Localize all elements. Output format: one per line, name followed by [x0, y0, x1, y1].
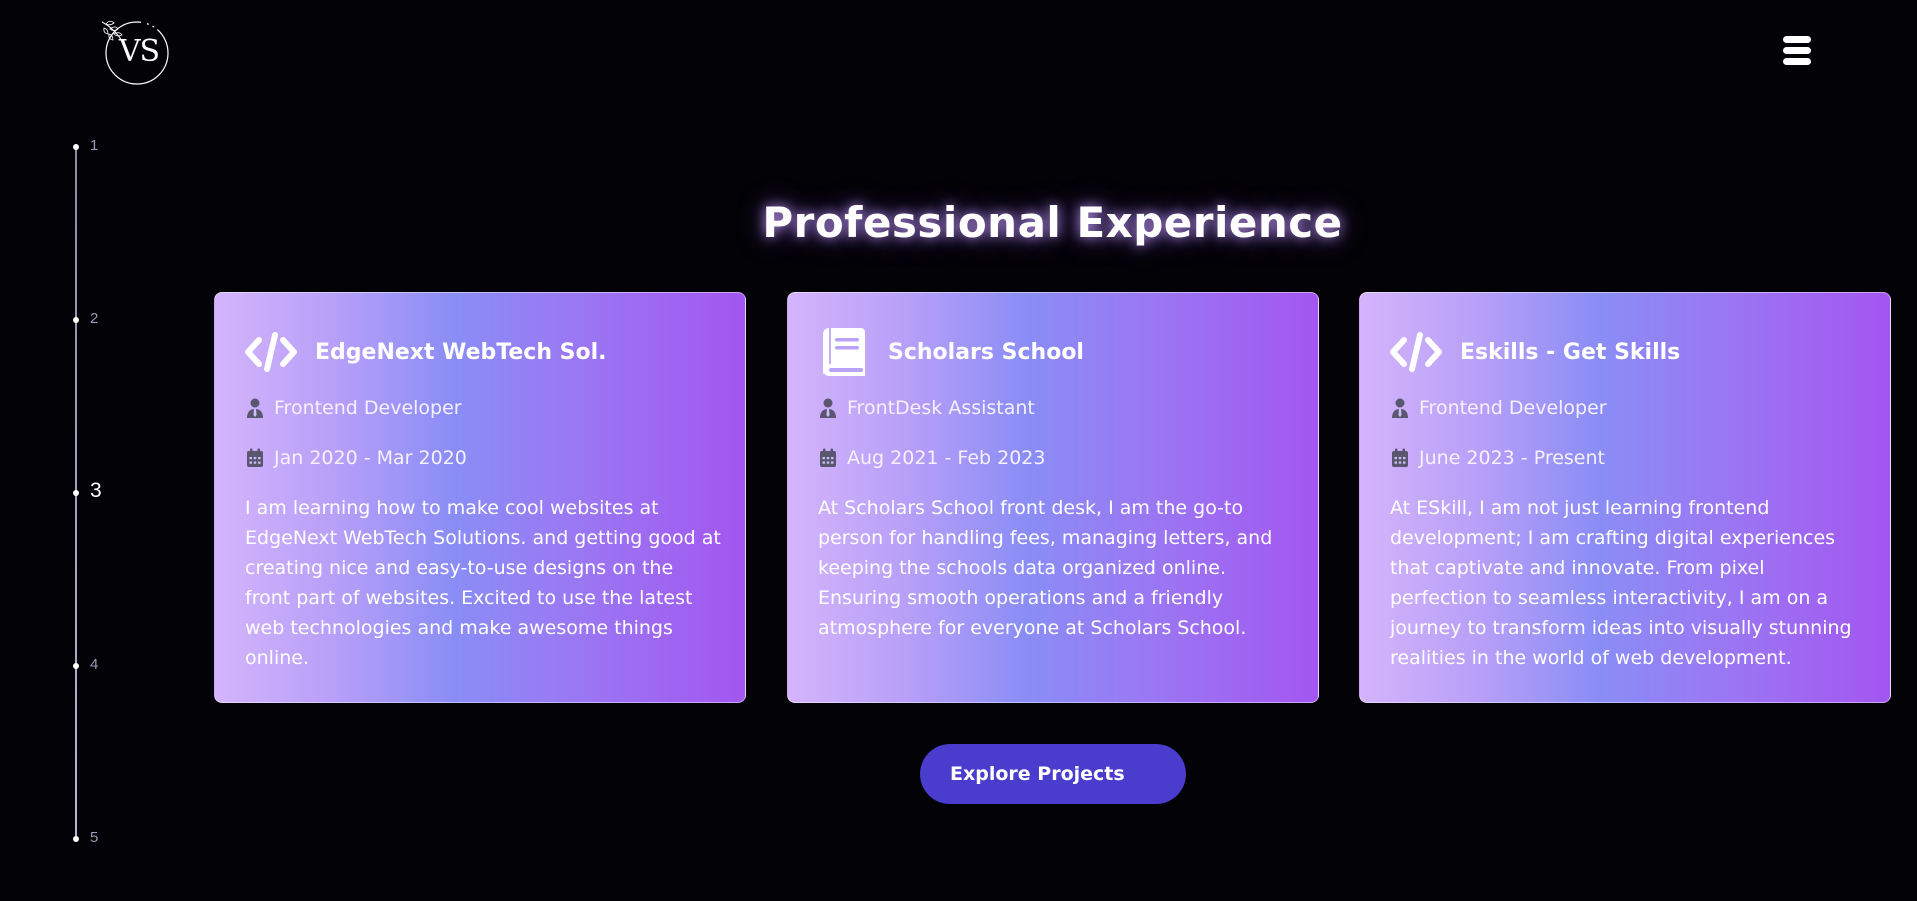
section-title: Professional Experience [762, 198, 1343, 247]
card-header: EdgeNext WebTech Sol. [245, 325, 607, 379]
card-header: Eskills - Get Skills [1390, 325, 1680, 379]
user-tie-icon [245, 397, 265, 419]
user-tie-icon [1390, 397, 1410, 419]
page: VS 1 2 3 4 5 Professional Experience Edg… [0, 0, 1917, 901]
section-nav-item-3[interactable]: 3 [60, 479, 120, 505]
card-role-row: Frontend Developer [1390, 397, 1607, 419]
section-nav-item-5[interactable]: 5 [60, 827, 120, 851]
hamburger-menu-icon [1783, 36, 1813, 65]
section-nav-label: 5 [90, 829, 99, 846]
card-date-row: June 2023 - Present [1390, 447, 1605, 469]
section-nav-item-4[interactable]: 4 [60, 654, 120, 678]
section-nav-dot [73, 144, 79, 150]
explore-projects-button[interactable]: Explore Projects [920, 744, 1186, 804]
code-icon [1390, 326, 1442, 378]
hamburger-menu-button[interactable] [1783, 36, 1813, 70]
code-icon [245, 326, 297, 378]
section-nav-dot [73, 317, 79, 323]
card-dates: Jan 2020 - Mar 2020 [274, 447, 467, 469]
experience-card[interactable]: Scholars School FrontDesk Assistant Aug … [787, 292, 1319, 703]
card-date-row: Jan 2020 - Mar 2020 [245, 447, 467, 469]
section-nav-item-2[interactable]: 2 [60, 308, 120, 332]
card-role: FrontDesk Assistant [847, 397, 1035, 419]
card-dates: June 2023 - Present [1419, 447, 1605, 469]
card-company: EdgeNext WebTech Sol. [315, 339, 607, 365]
card-dates: Aug 2021 - Feb 2023 [847, 447, 1046, 469]
section-nav-dot [73, 490, 79, 496]
section-nav-label: 1 [90, 137, 99, 154]
section-nav-label: 4 [90, 656, 99, 673]
section-nav-item-1[interactable]: 1 [60, 135, 120, 159]
section-nav-label: 2 [90, 310, 99, 327]
section-nav-label: 3 [90, 479, 102, 502]
logo-text: VS [118, 33, 160, 69]
site-logo[interactable]: VS [98, 16, 174, 86]
calendar-icon [1390, 447, 1410, 469]
card-date-row: Aug 2021 - Feb 2023 [818, 447, 1045, 469]
section-nav-dot [73, 663, 79, 669]
card-description: I am learning how to make cool websites … [245, 497, 721, 669]
card-company: Scholars School [888, 339, 1084, 365]
experience-card[interactable]: EdgeNext WebTech Sol. Frontend Developer [214, 292, 746, 703]
card-description: At ESkill, I am not just learning fronte… [1390, 497, 1852, 669]
calendar-icon [245, 447, 265, 469]
card-role-row: FrontDesk Assistant [818, 397, 1035, 419]
experience-card[interactable]: Eskills - Get Skills Frontend Developer [1359, 292, 1891, 703]
card-description: At Scholars School front desk, I am the … [818, 497, 1273, 639]
card-role-row: Frontend Developer [245, 397, 462, 419]
card-company: Eskills - Get Skills [1460, 339, 1681, 365]
card-role: Frontend Developer [274, 397, 462, 419]
user-tie-icon [818, 397, 838, 419]
section-nav-dot [73, 836, 79, 842]
card-role: Frontend Developer [1419, 397, 1607, 419]
book-icon [818, 326, 870, 378]
calendar-icon [818, 447, 838, 469]
card-header: Scholars School [818, 325, 1084, 379]
